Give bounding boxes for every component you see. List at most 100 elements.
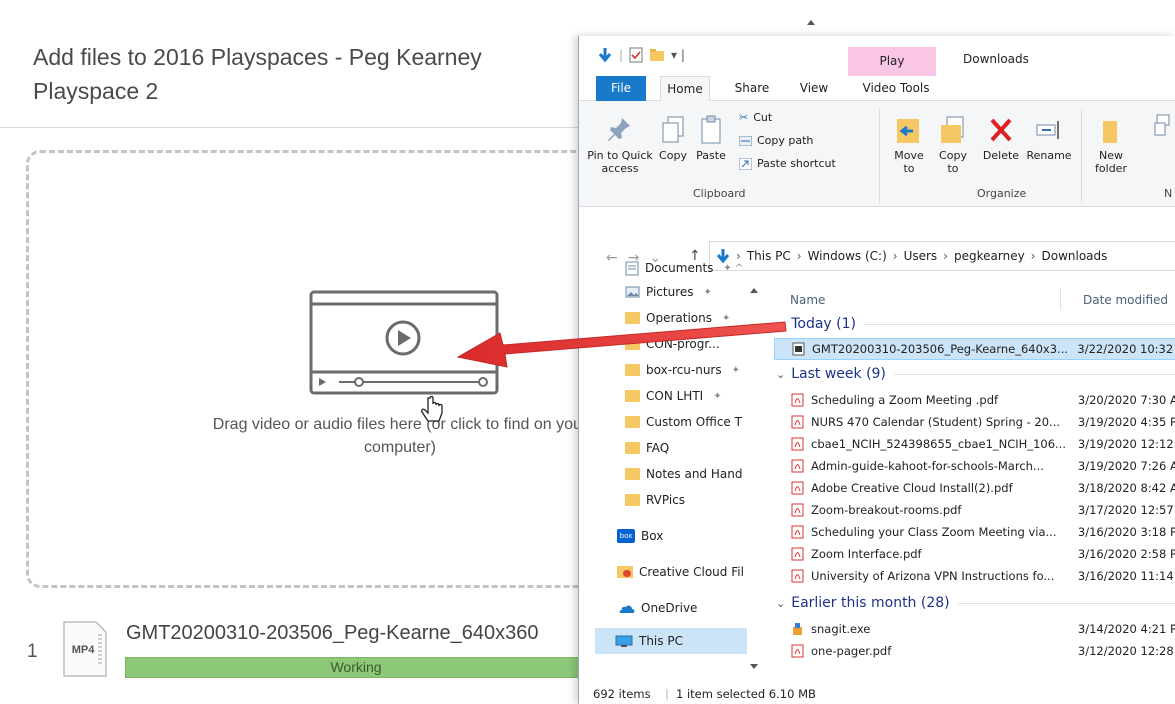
paste-button[interactable]: Paste (693, 115, 729, 162)
move-to-icon (897, 119, 919, 143)
nav-item-custom-office[interactable]: Custom Office T (625, 410, 765, 434)
copy-button[interactable]: Copy (655, 115, 691, 162)
tab-video-tools[interactable]: Video Tools (853, 76, 939, 101)
file-row[interactable]: cbae1_NCIH_524398655_cbae1_NCIH_106... 3… (774, 433, 1175, 455)
snagit-app-icon (793, 623, 802, 635)
tab-home[interactable]: Home (660, 76, 710, 101)
rename-label: Rename (1026, 149, 1072, 162)
cut-button[interactable]: ✂ Cut (739, 111, 772, 124)
nav-item-con-program[interactable]: CON-progr... (625, 332, 765, 356)
column-header-name[interactable]: Name (790, 293, 825, 307)
file-list-pane: Name Date modified ⌄ Today (1) GMT202003… (774, 254, 1175, 674)
nav-item-pictures[interactable]: Pictures ✦ (625, 280, 765, 304)
tab-file[interactable]: File (596, 76, 646, 101)
file-row[interactable]: GMT20200310-203506_Peg-Kearne_640x3... 3… (774, 338, 1175, 360)
folder-icon (625, 312, 640, 324)
pdf-file-icon (791, 481, 804, 495)
delete-button[interactable]: Delete (979, 115, 1023, 162)
pin-label: Pin to Quick access (587, 149, 653, 175)
file-row[interactable]: Scheduling your Class Zoom Meeting via..… (774, 521, 1175, 543)
file-date: 3/19/2020 12:12 (1077, 437, 1174, 451)
file-row[interactable]: Admin-guide-kahoot-for-schools-March... … (774, 455, 1175, 477)
play-context-tab[interactable]: Play (848, 47, 936, 76)
nav-item-box[interactable]: box Box (617, 524, 757, 548)
file-name: Scheduling your Class Zoom Meeting via..… (811, 525, 1057, 539)
nav-item-operations[interactable]: Operations ✦ (625, 306, 765, 330)
mp4-file-icon: MP4 (62, 620, 110, 678)
pin-to-quick-access-button[interactable]: Pin to Quick access (585, 115, 655, 175)
chevron-down-icon: ⌄ (776, 317, 786, 331)
customize-toolbar-icon[interactable]: ▾ | (671, 48, 685, 62)
video-file-icon (792, 342, 805, 356)
group-title: Today (1) (791, 316, 856, 332)
ribbon-tabs: File Home Share View Video Tools (579, 76, 1175, 101)
group-header-today[interactable]: ⌄ Today (1) (776, 313, 1175, 335)
nav-item-faq[interactable]: FAQ (625, 436, 765, 460)
paste-shortcut-button[interactable]: Paste shortcut (739, 157, 836, 170)
file-row[interactable]: University of Arizona VPN Instructions f… (774, 565, 1175, 587)
status-separator: | (665, 687, 669, 701)
nav-item-creative-cloud[interactable]: Creative Cloud Fil (617, 560, 757, 584)
quick-access-toolbar: | ▾ | (597, 47, 685, 63)
box-icon: box (617, 529, 635, 543)
file-row[interactable]: Zoom Interface.pdf 3/16/2020 2:58 P (774, 543, 1175, 565)
file-row[interactable]: Scheduling a Zoom Meeting .pdf 3/20/2020… (774, 389, 1175, 411)
copy-path-icon (739, 135, 752, 146)
file-explorer-window: | ▾ | Play Downloads File Home Share Vie… (578, 36, 1175, 704)
move-to-button[interactable]: Move to (889, 115, 929, 175)
file-row[interactable]: Adobe Creative Cloud Install(2).pdf 3/18… (774, 477, 1175, 499)
nav-item-label: Creative Cloud Fil (639, 565, 744, 579)
explorer-titlebar: | ▾ | Play Downloads (579, 36, 1175, 76)
upload-progress-bar: Working (125, 657, 587, 678)
nav-item-this-pc[interactable]: This PC (595, 628, 747, 654)
group-title: Earlier this month (28) (791, 595, 950, 611)
nav-scrollbar[interactable] (747, 254, 761, 670)
nav-item-con-lhti[interactable]: CON LHTI ✦ (625, 384, 765, 408)
file-row[interactable]: snagit.exe 3/14/2020 4:21 P (774, 618, 1175, 640)
new-item-icon[interactable] (1153, 113, 1173, 139)
pdf-file-icon (791, 644, 804, 658)
queue-file-name: GMT20200310-203506_Peg-Kearne_640x360 (126, 622, 539, 644)
file-date: 3/16/2020 11:14 (1077, 569, 1174, 583)
pdf-file-icon (791, 415, 804, 429)
pin-icon: ✦ (731, 364, 741, 376)
tab-view[interactable]: View (789, 76, 839, 101)
nav-item-notes-and-handouts[interactable]: Notes and Hand (625, 462, 765, 486)
pdf-file-icon (791, 547, 804, 561)
folder-icon (625, 494, 640, 506)
file-name: Adobe Creative Cloud Install(2).pdf (811, 481, 1013, 495)
group-header-earlier-this-month[interactable]: ⌄ Earlier this month (28) (776, 592, 1175, 614)
file-row[interactable]: NURS 470 Calendar (Student) Spring - 20.… (774, 411, 1175, 433)
folder-icon (625, 338, 640, 350)
nav-item-rvpics[interactable]: RVPics (625, 488, 765, 512)
new-folder-icon[interactable] (649, 48, 665, 62)
file-row[interactable]: one-pager.pdf 3/12/2020 12:28 (774, 640, 1175, 662)
group-header-last-week[interactable]: ⌄ Last week (9) (776, 363, 1175, 385)
file-name: GMT20200310-203506_Peg-Kearne_640x3... (812, 342, 1069, 356)
column-header-date-modified[interactable]: Date modified (1083, 293, 1168, 307)
queue-index: 1 (27, 641, 38, 662)
file-name: snagit.exe (811, 622, 871, 636)
folder-icon (625, 390, 640, 402)
copy-to-button[interactable]: Copy to (933, 115, 973, 175)
copy-path-button[interactable]: Copy path (739, 134, 813, 147)
nav-item-documents[interactable]: Documents ✦ ^ (625, 256, 765, 280)
pdf-file-icon (791, 569, 804, 583)
file-date: 3/12/2020 12:28 (1077, 644, 1174, 658)
new-folder-button[interactable]: New folder (1091, 115, 1131, 175)
rename-icon (1036, 121, 1059, 139)
chevron-down-icon: ⌄ (776, 596, 786, 610)
pictures-icon (625, 286, 640, 298)
rename-button[interactable]: Rename (1025, 115, 1073, 162)
down-arrow-icon[interactable] (597, 47, 613, 63)
nav-item-onedrive[interactable]: OneDrive (617, 596, 757, 620)
folder-icon (625, 364, 640, 376)
nav-item-label: Documents (645, 261, 714, 275)
pdf-file-icon (791, 525, 804, 539)
page-scroll-up-icon[interactable] (802, 8, 820, 38)
tab-share[interactable]: Share (727, 76, 777, 101)
file-date: 3/19/2020 7:26 A (1077, 459, 1175, 473)
properties-icon[interactable] (629, 47, 643, 63)
nav-item-box-rcu-nurs[interactable]: box-rcu-nurs ✦ (625, 358, 765, 382)
file-row[interactable]: Zoom-breakout-rooms.pdf 3/17/2020 12:57 (774, 499, 1175, 521)
